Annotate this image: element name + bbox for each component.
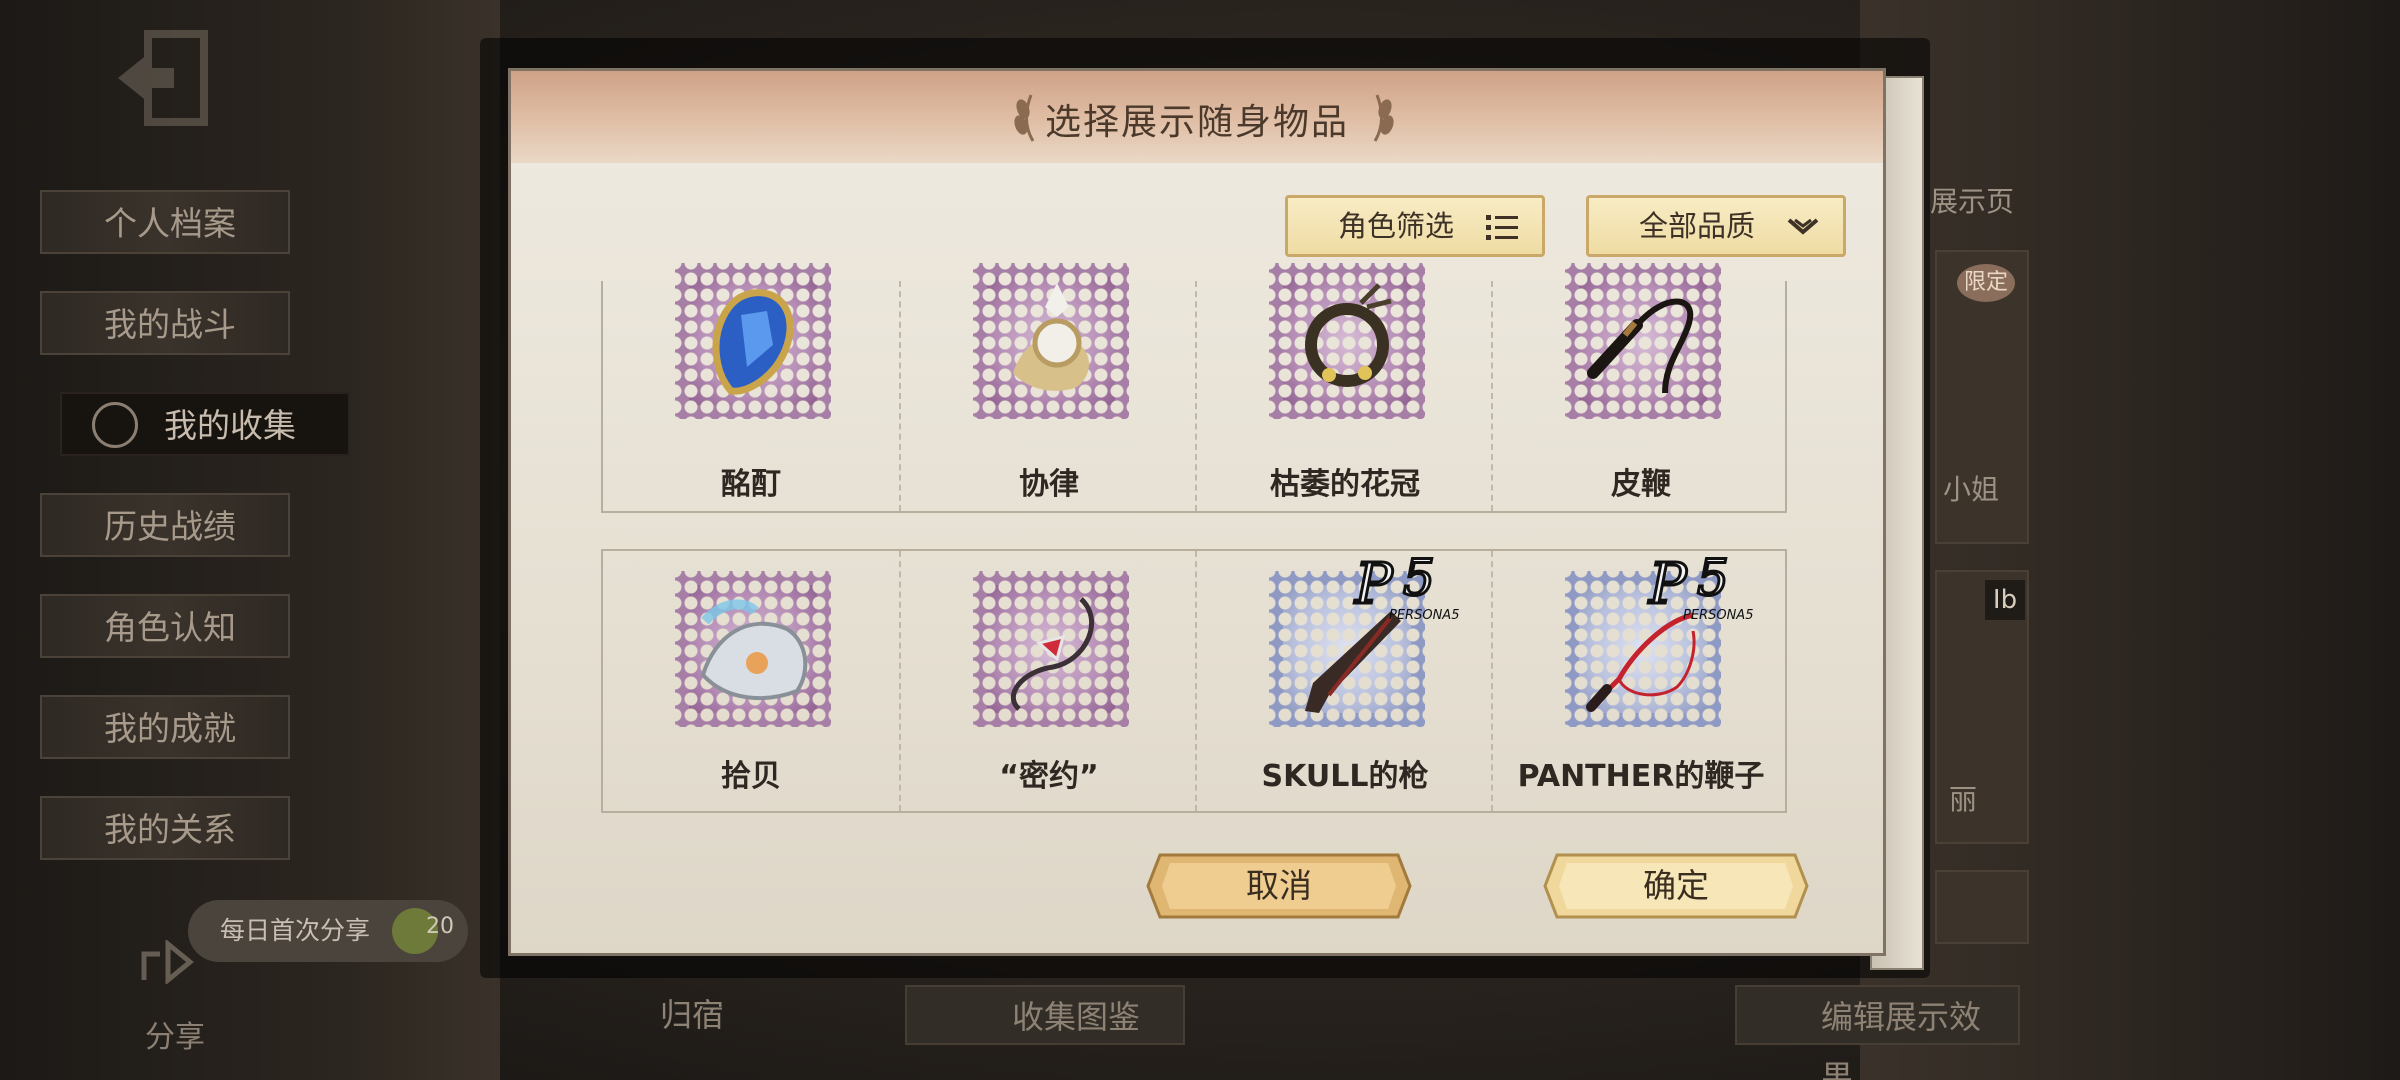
item-name: SKULL的枪 [1261, 759, 1429, 794]
emblem-icon [92, 402, 138, 448]
game-screen: 个人档案 我的战斗 我的收集 历史战绩 角色认知 我的成就 我的关系 每日首次分… [0, 0, 2400, 1080]
select-item-modal: 选择展示随身物品 角色筛选 全部品质 酩酊 协律 枯萎的花冠 皮鞭 拾贝 “密约… [508, 68, 1886, 956]
chevron-down-icon [1787, 218, 1819, 235]
svg-text:5: 5 [1697, 555, 1729, 607]
blue-gem-heart-icon [712, 289, 794, 395]
edit-display-button[interactable]: 编辑展示效果 [1735, 985, 2020, 1080]
quality-filter-label: 全部品质 [1639, 209, 1756, 243]
svg-text:PERSONA5: PERSONA5 [1683, 608, 1753, 623]
side-item-label: 我的收集 [164, 406, 296, 445]
item-name: 协律 [1019, 467, 1079, 502]
item-grid-row-2: 拾贝 “密约” P 5 PERSONA5 SKULL的枪 P 5 PERSONA… [601, 549, 1787, 813]
svg-text:PERSONA5: PERSONA5 [1389, 608, 1459, 623]
item-name: 酩酊 [721, 467, 781, 502]
item-name: 皮鞭 [1611, 467, 1671, 502]
side-item-battles[interactable]: 我的战斗 [40, 291, 290, 355]
side-item-label: 个人档案 [104, 204, 236, 243]
side-item-label: 我的战斗 [104, 305, 236, 344]
confirm-button[interactable]: 确定 [1541, 851, 1811, 921]
item-card-xielv[interactable]: 协律 [899, 263, 1197, 511]
exit-door-icon[interactable] [108, 28, 218, 128]
side-item-label: 历史战绩 [104, 507, 236, 546]
display-page-header: 展示页 [1930, 185, 2015, 218]
pearl-shell-icon [700, 599, 808, 701]
limited-badge: 限定 [1957, 264, 2015, 302]
side-item-relations[interactable]: 我的关系 [40, 796, 290, 860]
side-item-history[interactable]: 历史战绩 [40, 493, 290, 557]
reward-count: 20 [426, 914, 454, 939]
item-name: PANTHER的鞭子 [1517, 759, 1765, 794]
item-card-skull-gun[interactable]: P 5 PERSONA5 SKULL的枪 [1195, 551, 1493, 811]
item-name: 枯萎的花冠 [1270, 467, 1420, 502]
side-item-label: 我的成就 [104, 709, 236, 748]
item-card-mingding[interactable]: 酩酊 [603, 263, 899, 511]
tab-codex[interactable]: 收集图鉴 [905, 985, 1185, 1045]
side-item-collection[interactable]: 我的收集 [60, 392, 350, 456]
display-card-3[interactable] [1935, 870, 2029, 944]
share-label[interactable]: 分享 [145, 1012, 205, 1056]
item-card-pearl-shell[interactable]: 拾贝 [603, 551, 899, 811]
ib-badge: Ib [1985, 580, 2025, 620]
side-item-label: 角色认知 [104, 608, 236, 647]
item-name: “密约” [999, 759, 1099, 794]
silver-brooch-icon [1013, 283, 1089, 391]
quality-filter-dropdown[interactable]: 全部品质 [1586, 195, 1846, 257]
modal-header: 选择展示随身物品 [511, 71, 1883, 163]
share-icon[interactable] [140, 940, 194, 984]
cancel-label: 取消 [1246, 866, 1312, 905]
daily-share-reward: 每日首次分享 20 [188, 900, 468, 962]
role-filter-button[interactable]: 角色筛选 [1285, 195, 1545, 257]
cancel-button[interactable]: 取消 [1144, 851, 1414, 921]
item-name: 拾贝 [721, 759, 781, 794]
item-grid-row-1: 酩酊 协律 枯萎的花冠 皮鞭 [601, 263, 1789, 513]
ruby-necklace-icon [1011, 597, 1094, 711]
side-item-profile[interactable]: 个人档案 [40, 190, 290, 254]
item-card-secret-promise[interactable]: “密约” [899, 551, 1197, 811]
profile-side-menu: 个人档案 我的战斗 我的收集 历史战绩 角色认知 我的成就 我的关系 [40, 190, 350, 897]
item-card-panther-whip[interactable]: P 5 PERSONA5 PANTHER的鞭子 [1491, 551, 1789, 811]
svg-text:P: P [1354, 555, 1394, 617]
list-icon [1486, 215, 1518, 240]
side-item-achievements[interactable]: 我的成就 [40, 695, 290, 759]
withered-wreath-icon [1305, 283, 1392, 387]
tab-dorm[interactable]: 归宿 [660, 985, 724, 1045]
card-caption: 丽 [1949, 783, 1978, 816]
side-item-label: 我的关系 [104, 810, 236, 849]
modal-title: 选择展示随身物品 [1044, 102, 1349, 143]
side-item-character-cognition[interactable]: 角色认知 [40, 594, 290, 658]
item-card-withered-wreath[interactable]: 枯萎的花冠 [1195, 263, 1493, 511]
leather-whip-icon [1587, 298, 1694, 394]
persona5-logo-icon: P 5 PERSONA5 [1353, 555, 1460, 623]
wheat-ornament-icon [1373, 94, 1394, 142]
display-card-2[interactable]: Ib 丽 [1935, 570, 2029, 844]
svg-text:5: 5 [1403, 555, 1435, 607]
tab-codex-label: 收集图鉴 [1012, 998, 1141, 1036]
role-filter-label: 角色筛选 [1338, 209, 1455, 243]
persona5-logo-icon: P 5 PERSONA5 [1647, 555, 1754, 623]
confirm-label: 确定 [1643, 866, 1709, 905]
share-reward-label: 每日首次分享 [220, 916, 371, 945]
card-caption: 小姐 [1943, 473, 2000, 506]
svg-text:P: P [1648, 555, 1688, 617]
item-card-leather-whip[interactable]: 皮鞭 [1491, 263, 1789, 511]
display-card-1[interactable]: 限定 小姐 [1935, 250, 2029, 544]
